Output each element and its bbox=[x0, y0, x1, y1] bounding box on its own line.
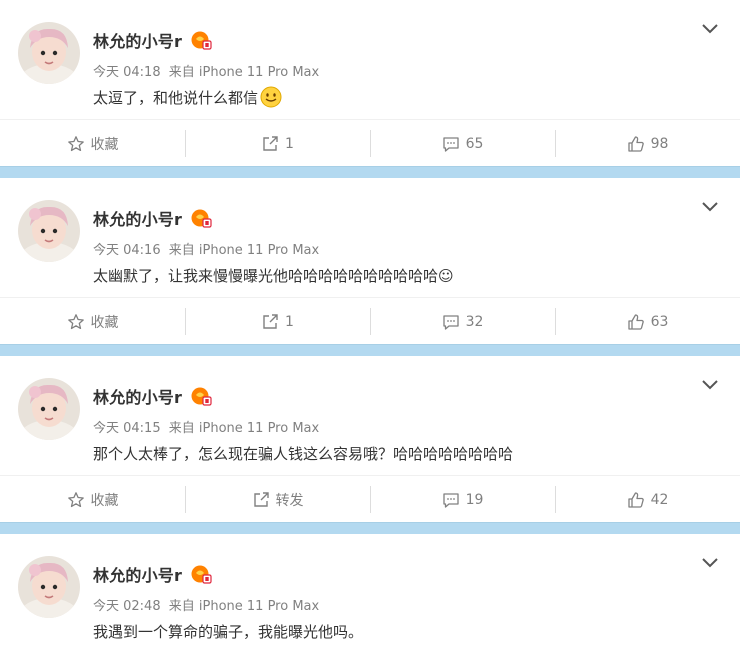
post-card: 林允的小号r 今天 04:15 来自 iPhone 11 Pro Max 那个人… bbox=[0, 356, 740, 522]
author-name[interactable]: 林允的小号r bbox=[93, 28, 182, 52]
vip-badge-icon[interactable] bbox=[190, 564, 212, 584]
post-text-content: 太逗了，和他说什么都信 bbox=[93, 88, 259, 107]
author-row: 林允的小号r bbox=[93, 206, 212, 230]
repost-label: 转发 bbox=[275, 492, 304, 509]
post-time[interactable]: 今天 04:18 bbox=[93, 65, 161, 80]
comment-count: 65 bbox=[465, 135, 484, 152]
smile-face-emoji-icon bbox=[260, 86, 282, 108]
comment-button[interactable]: 65 bbox=[370, 120, 555, 167]
like-button[interactable]: 42 bbox=[555, 476, 740, 523]
post-source: 来自 iPhone 11 Pro Max bbox=[168, 65, 320, 80]
post-text: 太幽默了，让我来慢慢曝光他哈哈哈哈哈哈哈哈哈哈☺ bbox=[93, 263, 454, 287]
post-text: 我遇到一个算命的骗子，我能曝光他吗。 bbox=[93, 619, 363, 643]
comment-button[interactable]: 19 bbox=[370, 476, 555, 523]
like-count: 63 bbox=[650, 313, 669, 330]
author-name[interactable]: 林允的小号r bbox=[93, 206, 182, 230]
share-icon bbox=[253, 491, 269, 507]
avatar[interactable] bbox=[18, 556, 80, 618]
post-text-content: 我遇到一个算命的骗子，我能曝光他吗。 bbox=[93, 622, 364, 641]
chevron-down-icon[interactable] bbox=[700, 378, 720, 392]
comment-button[interactable]: 32 bbox=[370, 298, 555, 345]
repost-button[interactable]: 1 bbox=[185, 120, 370, 167]
comment-count: 19 bbox=[465, 491, 484, 508]
post-text-content: 那个人太棒了，怎么现在骗人钱这么容易哦？哈哈哈哈哈哈哈哈 bbox=[93, 444, 514, 463]
vip-badge-icon[interactable] bbox=[190, 386, 212, 406]
favorite-label: 收藏 bbox=[90, 314, 119, 331]
chevron-down-icon[interactable] bbox=[700, 200, 720, 214]
post-time[interactable]: 今天 02:48 bbox=[93, 599, 161, 614]
post-card: 林允的小号r 今天 04:16 来自 iPhone 11 Pro Max 太幽默… bbox=[0, 178, 740, 344]
comment-icon bbox=[442, 314, 459, 330]
author-row: 林允的小号r bbox=[93, 28, 212, 52]
post-source: 来自 iPhone 11 Pro Max bbox=[168, 599, 320, 614]
thumbs-up-icon bbox=[627, 491, 644, 508]
author-name[interactable]: 林允的小号r bbox=[93, 562, 182, 586]
post-source: 来自 iPhone 11 Pro Max bbox=[168, 421, 320, 436]
post-card: 林允的小号r 今天 04:18 来自 iPhone 11 Pro Max 太逗了… bbox=[0, 0, 740, 166]
share-icon bbox=[263, 135, 278, 151]
post-time[interactable]: 今天 04:16 bbox=[93, 243, 161, 258]
chevron-down-icon[interactable] bbox=[700, 556, 720, 570]
thumbs-up-icon bbox=[627, 313, 644, 330]
feed-separator bbox=[0, 166, 740, 178]
favorite-button[interactable]: 收藏 bbox=[0, 120, 185, 167]
avatar[interactable] bbox=[18, 22, 80, 84]
star-icon bbox=[67, 491, 84, 507]
comment-count: 32 bbox=[465, 313, 484, 330]
post-text: 那个人太棒了，怎么现在骗人钱这么容易哦？哈哈哈哈哈哈哈哈 bbox=[93, 441, 513, 465]
repost-button[interactable]: 转发 bbox=[185, 476, 370, 523]
repost-button[interactable]: 1 bbox=[185, 298, 370, 345]
vip-badge-icon[interactable] bbox=[190, 30, 212, 50]
thumbs-up-icon bbox=[627, 135, 644, 152]
post-meta: 今天 04:16 来自 iPhone 11 Pro Max bbox=[93, 239, 319, 258]
post-time[interactable]: 今天 04:15 bbox=[93, 421, 161, 436]
post-meta: 今天 04:15 来自 iPhone 11 Pro Max bbox=[93, 417, 319, 436]
avatar[interactable] bbox=[18, 200, 80, 262]
like-button[interactable]: 63 bbox=[555, 298, 740, 345]
comment-icon bbox=[442, 136, 459, 152]
avatar[interactable] bbox=[18, 378, 80, 440]
weibo-feed: 林允的小号r 今天 04:18 来自 iPhone 11 Pro Max 太逗了… bbox=[0, 0, 740, 668]
post-text-content: 太幽默了，让我来慢慢曝光他哈哈哈哈哈哈哈哈哈哈☺ bbox=[93, 266, 454, 285]
like-button[interactable]: 98 bbox=[555, 120, 740, 167]
author-name[interactable]: 林允的小号r bbox=[93, 384, 182, 408]
favorite-button[interactable]: 收藏 bbox=[0, 298, 185, 345]
author-row: 林允的小号r bbox=[93, 384, 212, 408]
action-bar: 收藏 转发 19 42 bbox=[0, 475, 740, 523]
share-icon bbox=[263, 313, 278, 329]
comment-icon bbox=[442, 492, 459, 508]
star-icon bbox=[67, 313, 84, 329]
favorite-label: 收藏 bbox=[90, 136, 119, 153]
like-count: 42 bbox=[650, 491, 669, 508]
action-bar: 收藏 1 32 63 bbox=[0, 297, 740, 345]
repost-count: 1 bbox=[285, 313, 294, 330]
post-source: 来自 iPhone 11 Pro Max bbox=[168, 243, 320, 258]
post-card: 林允的小号r 今天 02:48 来自 iPhone 11 Pro Max 我遇到… bbox=[0, 534, 740, 668]
vip-badge-icon[interactable] bbox=[190, 208, 212, 228]
post-meta: 今天 04:18 来自 iPhone 11 Pro Max bbox=[93, 61, 319, 80]
favorite-button[interactable]: 收藏 bbox=[0, 476, 185, 523]
author-row: 林允的小号r bbox=[93, 562, 212, 586]
action-bar: 收藏 1 65 98 bbox=[0, 119, 740, 167]
like-count: 98 bbox=[650, 135, 669, 152]
feed-separator bbox=[0, 522, 740, 534]
post-text: 太逗了，和他说什么都信 bbox=[93, 85, 282, 109]
star-icon bbox=[67, 135, 84, 151]
repost-count: 1 bbox=[285, 135, 294, 152]
post-meta: 今天 02:48 来自 iPhone 11 Pro Max bbox=[93, 595, 319, 614]
chevron-down-icon[interactable] bbox=[700, 22, 720, 36]
favorite-label: 收藏 bbox=[90, 492, 119, 509]
feed-separator bbox=[0, 344, 740, 356]
